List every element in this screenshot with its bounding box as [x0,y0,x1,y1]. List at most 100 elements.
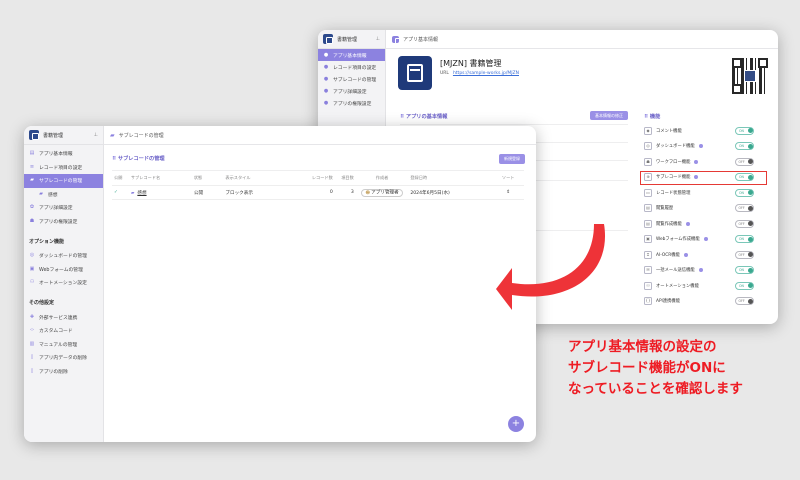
feature-label: Webフォーム作成機能 [656,237,700,243]
feature-toggle[interactable]: OFF [735,297,754,306]
breadcrumb: アプリ基本情報 [403,36,439,43]
sidebar-item[interactable]: ☗ アプリの権限設定 [24,215,103,229]
back-brand-label: 書籍管理 [337,36,358,43]
feature-label: 閲覧作成機能 [656,221,682,227]
sidebar-item-label: サブレコードの管理 [39,179,83,185]
info-heading-text: アプリの基本情報 [405,114,448,120]
sidebar-item[interactable]: ▯ アプリ内データの削除 [24,351,103,365]
feature-toggle[interactable]: ON [735,235,754,244]
help-icon[interactable] [698,268,703,273]
sidebar-icon: ● [323,63,329,70]
help-icon[interactable] [683,252,688,257]
folder-icon: ▰ [30,177,34,184]
feature-row: ⌗ AI-OCR機能 OFF [644,247,768,263]
grip-icon: ⠿ [644,114,649,120]
feature-toggle[interactable]: OFF [735,204,754,213]
annotation-line-2: サブレコード機能がONに [568,360,726,376]
grip-icon: ⠿ [400,114,405,120]
sidebar-item[interactable]: ‹› カスタムコード [24,324,103,338]
annotation-line-3: なっていることを確認します [568,381,743,397]
pin-icon[interactable]: ⊥ [94,132,98,138]
new-register-button[interactable]: 新規登録 [499,154,525,164]
feature-toggle[interactable]: ON [735,142,754,151]
breadcrumb-icon [392,35,402,45]
folder-icon: ▰ [110,131,115,139]
back-sidebar-item[interactable]: ● サブレコードの管理 [318,73,385,85]
feature-toggle[interactable]: ON [735,188,754,197]
feature-row: ◆ コメント機能 ON [644,123,768,139]
puzzle-icon: ✚ [29,313,35,320]
sidebar-item-label: アプリ詳細設定 [39,206,73,212]
back-sidebar-label: レコード項目の設定 [333,65,377,71]
webform-icon: ▣ [29,265,35,272]
mail-icon: ✉ [644,266,652,275]
add-fab-button[interactable]: + [508,416,524,432]
book-icon: ▥ [29,340,35,347]
toggle-state: ON [739,128,744,133]
feature-row: ▤ 閲覧履歴 OFF [644,201,768,217]
back-sidebar-item[interactable]: ● レコード項目の設定 [318,61,385,73]
app-logo-icon [323,34,333,44]
help-icon[interactable] [694,159,699,164]
sidebar-item[interactable]: ≡ レコード項目の設定 [24,161,103,175]
feature-toggle[interactable]: ON [735,266,754,275]
features-heading: ⠿ 機能 [644,113,660,120]
toggle-state: ON [739,144,744,149]
column-header: サブレコード名 [130,175,161,180]
webform-icon: ▣ [644,235,652,244]
trash-icon: ▯ [30,367,34,374]
subrecord-table: 公開 サブレコード名 状態 表示スタイル レコード数 項目数 作成者 登録日時 ソート ✓ ▰ 感想… [112,175,524,200]
dashboard-icon: ◎ [29,252,35,259]
app-url-link[interactable]: https://sample-works.jp/MJZN [453,71,519,76]
sidebar-item[interactable]: ▣ Webフォームの管理 [24,263,103,277]
feature-label: AI-OCR機能 [656,252,680,258]
column-header: 表示スタイル [225,175,251,180]
feature-label: コメント機能 [656,128,682,134]
column-header: 項目数 [341,175,354,180]
cell-date: 2024年6月5日(水) [410,190,450,196]
feature-row: {} API連携機能 OFF [644,294,768,310]
toggle-state: ON [739,283,744,288]
url-label: URL [440,71,449,76]
sidebar-item-label: アプリ内データの削除 [39,356,87,362]
sidebar-item[interactable]: ▥ マニュアルの管理 [24,338,103,352]
feature-toggle[interactable]: ON [735,281,754,290]
back-sidebar-item[interactable]: ● アプリ詳細設定 [318,85,385,97]
back-sidebar-item[interactable]: ● アプリの権限設定 [318,97,385,109]
back-sidebar-item[interactable]: ● アプリ基本情報 [318,49,385,61]
feature-toggle[interactable]: ON [735,126,754,135]
folder-icon: ▰ [39,190,43,197]
workflow-icon: ☗ [644,157,652,166]
doc-icon: ▤ [29,150,35,157]
table-row[interactable]: ✓ ▰ 感想 公開 ブロック表示 0 3 ☻アプリ管理者 2024年6月5日(水) ⇕ [112,185,524,200]
sidebar-item[interactable]: ◎ ダッシュボードの管理 [24,249,103,263]
cell-author: ☻アプリ管理者 [356,186,409,200]
app-url-row: URL https://sample-works.jp/MJZN [440,71,519,76]
feature-label: 閲覧履歴 [656,206,674,212]
app-name: [MJZN] 書籍管理 [440,59,502,68]
sidebar-item[interactable]: ▤ アプリ基本情報 [24,147,103,161]
feature-toggle[interactable]: OFF [735,250,754,259]
sidebar-item[interactable]: ▰ サブレコードの管理 [24,174,103,188]
sidebar-item-label: アプリ基本情報 [39,152,73,158]
sidebar-item[interactable]: ✿ アプリ詳細設定 [24,201,103,215]
subrecord-name-link[interactable]: 感想 [137,191,146,196]
feature-toggle[interactable]: OFF [735,219,754,228]
automation-icon: ⚇ [29,279,35,286]
feature-toggle[interactable]: OFF [735,157,754,166]
help-icon[interactable] [698,144,703,149]
sidebar-item[interactable]: ▯ アプリの削除 [24,365,103,379]
sidebar-item[interactable]: ✚ 外部サービス連携 [24,311,103,325]
sidebar-item[interactable]: ⚇ オートメーション設定 [24,276,103,290]
help-icon[interactable] [703,237,708,242]
sidebar-item-label: ダッシュボードの管理 [39,254,87,260]
feature-label: 一括メール送信機能 [656,268,695,274]
edit-info-button[interactable]: 基本情報の修正 [590,111,628,120]
column-header: 状態 [193,175,203,180]
status-icon: ▭ [644,188,652,197]
sort-handle[interactable]: ⇕ [492,186,524,200]
pin-icon[interactable]: ⊥ [376,36,380,42]
users-icon: ☗ [29,217,35,224]
sidebar-item[interactable]: ▰ 感想 [24,188,103,202]
help-icon[interactable] [685,221,690,226]
